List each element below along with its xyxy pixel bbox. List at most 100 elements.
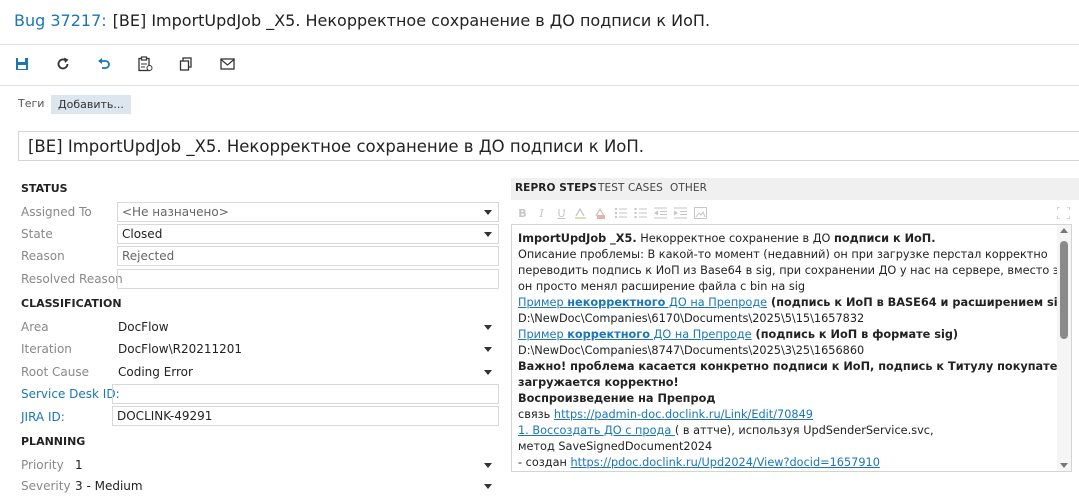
repro-line: он просто менял расширение файла с bin н… — [518, 280, 806, 293]
padmin-link[interactable]: https://padmin-doc.doclink.ru/Link/Edit/… — [554, 408, 813, 421]
resolved-reason-input[interactable] — [117, 269, 499, 289]
chevron-down-icon — [484, 370, 492, 375]
repro-line: загружается корректно! — [518, 376, 679, 389]
repro-line: связь https://padmin-doc.doclink.ru/Link… — [518, 408, 813, 421]
chevron-down-icon — [484, 463, 492, 468]
incorrect-example-link[interactable]: Пример некорректного ДО на Препроде — [518, 296, 767, 309]
pdoc-link[interactable]: https://pdoc.doclink.ru/Upd2024/View?doc… — [571, 456, 880, 469]
bullet-list-icon[interactable] — [614, 207, 627, 219]
undo-icon[interactable] — [92, 53, 116, 75]
rich-text-toolbar: B I U — [511, 203, 1079, 223]
tab-other[interactable]: OTHER — [670, 182, 707, 194]
chevron-down-icon — [484, 325, 492, 330]
tags-label: Теги — [18, 97, 45, 110]
repro-text-bold: подписи к ИоП. — [834, 232, 936, 245]
planning-heading: PLANNING — [21, 435, 86, 448]
area-value: DocFlow — [118, 320, 169, 334]
repro-line: Важно! проблема касается конкретно подпи… — [518, 360, 1072, 373]
jira-id-input[interactable]: DOCLINK-49291 — [112, 406, 499, 426]
scrollbar-thumb[interactable] — [1060, 241, 1068, 339]
chevron-down-icon — [484, 347, 492, 352]
severity-value: 3 - Medium — [75, 479, 143, 493]
clipboard-icon[interactable] — [133, 53, 157, 75]
repro-text-bold: (подпись к ИоП в формате sig) — [751, 328, 959, 341]
toolbar — [0, 44, 1079, 86]
state-label: State — [21, 227, 53, 241]
repro-tabs: REPRO STEPS TEST CASES OTHER — [511, 178, 1079, 200]
repro-scrollbar[interactable] — [1057, 225, 1071, 471]
status-heading: STATUS — [21, 182, 68, 195]
state-value: Closed — [122, 227, 163, 241]
root-cause-select[interactable]: Coding Error — [113, 362, 499, 382]
priority-label: Priority — [21, 458, 64, 472]
repro-line: Пример некорректного ДО на Препроде (под… — [518, 295, 1071, 311]
repro-text-bold: ImportUpdJob _X5. — [518, 232, 637, 245]
highlight-icon[interactable] — [574, 207, 587, 219]
assigned-to-label: Assigned To — [21, 205, 92, 219]
title-input[interactable]: [BE] ImportUpdJob _X5. Некорректное сохр… — [18, 131, 1079, 161]
severity-label: Severity — [21, 479, 71, 493]
recreate-link[interactable]: 1. Воссоздать ДО с прода — [518, 424, 675, 437]
repro-steps-text: ImportUpdJob _X5. Некорректное сохранени… — [518, 231, 1072, 471]
save-icon[interactable] — [10, 53, 34, 75]
repro-panel: REPRO STEPS TEST CASES OTHER B I U Impor… — [511, 178, 1079, 489]
scroll-up-icon[interactable] — [1060, 228, 1068, 233]
repro-line: переводить подпись к ИоП из Base64 в sig… — [518, 264, 1072, 277]
add-tag-button[interactable]: Добавить... — [51, 95, 131, 114]
iteration-label: Iteration — [21, 342, 72, 356]
chevron-down-icon — [484, 210, 492, 215]
iteration-value: DocFlow\R20211201 — [118, 342, 243, 356]
repro-line: D:\NewDoc\Companies\6170\Documents\2025\… — [518, 312, 865, 325]
classification-heading: CLASSIFICATION — [21, 297, 122, 310]
area-select[interactable]: DocFlow — [113, 317, 499, 337]
scroll-down-icon[interactable] — [1060, 463, 1068, 468]
repro-text: Некорректное сохранение в ДО — [636, 232, 835, 245]
fullscreen-icon[interactable] — [1057, 207, 1070, 219]
outdent-icon[interactable] — [654, 207, 667, 219]
repro-line: Воспроизведение на Препрод — [518, 392, 716, 405]
priority-select[interactable]: 1 — [70, 455, 499, 475]
clear-format-icon[interactable] — [594, 207, 607, 219]
tab-repro-steps[interactable]: REPRO STEPS — [515, 182, 597, 194]
reason-field: Rejected — [117, 246, 499, 266]
chevron-down-icon — [484, 484, 492, 489]
severity-select[interactable]: 3 - Medium — [70, 476, 499, 496]
correct-example-link[interactable]: Пример корректного ДО на Препроде — [518, 328, 752, 341]
priority-value: 1 — [75, 458, 83, 472]
bug-id-link[interactable]: Bug 37217: — [14, 11, 107, 30]
tab-test-cases[interactable]: TEST CASES — [598, 182, 663, 194]
email-icon[interactable] — [215, 53, 239, 75]
repro-line: D:\NewDoc\Companies\8747\Documents\2025\… — [518, 344, 865, 357]
refresh-icon[interactable] — [51, 53, 75, 75]
work-item-header: Bug 37217: [BE] ImportUpdJob _X5. Некорре… — [14, 11, 710, 30]
assigned-to-value: <Не назначено> — [122, 205, 229, 219]
work-item-title-text: [BE] ImportUpdJob _X5. Некорректное сохр… — [112, 11, 711, 30]
indent-icon[interactable] — [674, 207, 687, 219]
repro-line: ImportUpdJob _X5. Некорректное сохранени… — [518, 231, 1055, 247]
chevron-down-icon — [484, 232, 492, 237]
numbered-list-icon[interactable] — [634, 207, 647, 219]
reason-value: Rejected — [122, 249, 175, 263]
repro-steps-editor[interactable]: ImportUpdJob _X5. Некорректное сохранени… — [511, 224, 1072, 472]
service-desk-id-label: Service Desk ID: — [21, 387, 120, 401]
repro-line: 1. Воссоздать ДО с прода ( в аттче), исп… — [518, 424, 934, 437]
repro-text-bold: (подпись к ИоП в BASE64 и расширением si… — [767, 296, 1071, 309]
jira-id-label: JIRA ID: — [21, 410, 65, 424]
state-select[interactable]: Closed — [117, 224, 499, 244]
area-label: Area — [21, 320, 49, 334]
image-icon[interactable] — [694, 207, 707, 219]
iteration-select[interactable]: DocFlow\R20211201 — [113, 339, 499, 359]
bold-icon[interactable]: B — [516, 207, 529, 220]
service-desk-id-input[interactable] — [112, 384, 499, 404]
reason-label: Reason — [21, 249, 65, 263]
repro-line: метод SaveSignedDocument2024 — [518, 440, 713, 453]
repro-line: - создан https://pdoc.doclink.ru/Upd2024… — [518, 456, 880, 469]
repro-line: Пример корректного ДО на Препроде (подпи… — [518, 327, 1055, 343]
underline-icon[interactable]: U — [555, 207, 568, 220]
jira-id-value: DOCLINK-49291 — [117, 409, 213, 423]
assigned-to-select[interactable]: <Не назначено> — [117, 202, 499, 222]
resolved-reason-label: Resolved Reason — [21, 272, 123, 286]
copy-icon[interactable] — [174, 53, 198, 75]
root-cause-label: Root Cause — [21, 365, 89, 379]
italic-icon[interactable]: I — [535, 207, 548, 220]
